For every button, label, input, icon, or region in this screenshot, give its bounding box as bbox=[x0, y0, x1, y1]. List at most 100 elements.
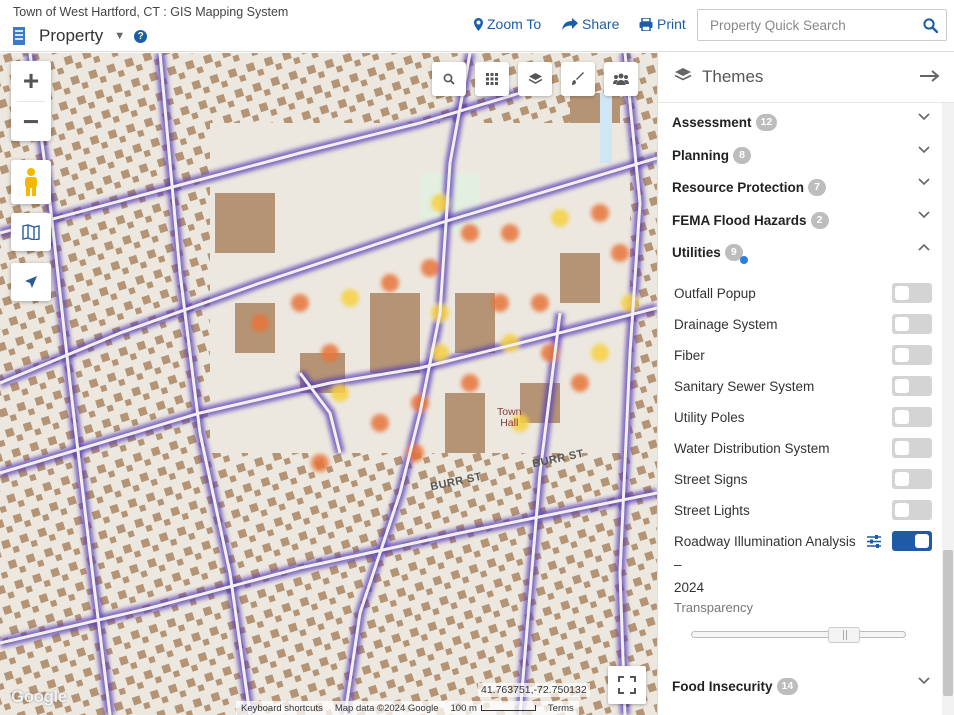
terms-link[interactable]: Terms bbox=[548, 703, 574, 714]
layer-toggle[interactable] bbox=[892, 531, 932, 551]
layer-toggle[interactable] bbox=[892, 500, 932, 520]
layer-toggle[interactable] bbox=[892, 469, 932, 489]
map-attribution: Keyboard shortcuts Map data ©2024 Google… bbox=[236, 701, 579, 715]
illumination-hotspot bbox=[461, 224, 479, 242]
basemap[interactable] bbox=[0, 53, 657, 715]
mode-selector[interactable]: Property ▼ ? bbox=[13, 24, 148, 48]
scale-line bbox=[480, 704, 536, 711]
illumination-hotspot bbox=[591, 204, 609, 222]
theme-group-resource-protection[interactable]: Resource Protection 7 bbox=[672, 175, 930, 199]
theme-group-fema-flood-hazards[interactable]: FEMA Flood Hazards 2 bbox=[672, 208, 930, 232]
layer-toggle[interactable] bbox=[892, 438, 932, 458]
search-button[interactable] bbox=[914, 10, 946, 40]
layer-toggle[interactable] bbox=[892, 283, 932, 303]
arrow-right-icon[interactable] bbox=[920, 69, 940, 83]
themes-header: Themes bbox=[658, 53, 954, 103]
chevron-down-icon bbox=[918, 178, 930, 186]
count-badge: 7 bbox=[808, 178, 827, 196]
layer-drainage-system: Drainage System bbox=[674, 313, 932, 336]
map-marker-icon bbox=[474, 17, 483, 31]
users-tool-button[interactable] bbox=[604, 62, 638, 96]
help-icon[interactable]: ? bbox=[134, 29, 148, 43]
illumination-hotspot bbox=[501, 224, 519, 242]
panel-scrollbar-thumb[interactable] bbox=[943, 550, 953, 696]
town-hall-label: Town Hall bbox=[497, 407, 522, 429]
illumination-hotspot bbox=[421, 259, 439, 277]
property-search-input[interactable] bbox=[698, 10, 914, 40]
layer-name: Street Lights bbox=[674, 503, 750, 518]
mode-label[interactable]: Property bbox=[39, 26, 103, 46]
layer-sanitary-sewer-system: Sanitary Sewer System bbox=[674, 375, 932, 398]
chevron-down-icon bbox=[918, 677, 930, 685]
group-name: Food Insecurity bbox=[672, 678, 773, 694]
themes-panel: Themes Assessment 12 Planning 8 Resource… bbox=[657, 53, 954, 715]
draw-tool-button[interactable] bbox=[561, 62, 595, 96]
layer-name: Outfall Popup bbox=[674, 286, 756, 301]
layers-icon bbox=[674, 68, 692, 81]
panel-scrollbar[interactable] bbox=[942, 103, 954, 715]
share-button[interactable]: Share bbox=[562, 16, 619, 32]
layer-outfall-popup: Outfall Popup bbox=[674, 282, 932, 305]
theme-group-assessment[interactable]: Assessment 12 bbox=[672, 110, 930, 134]
zoom-to-button[interactable]: Zoom To bbox=[474, 16, 541, 32]
layer-toggle[interactable] bbox=[892, 314, 932, 334]
zoom-to-label: Zoom To bbox=[487, 16, 542, 32]
map-icon bbox=[22, 224, 40, 240]
share-icon bbox=[562, 17, 578, 30]
chevron-down-icon bbox=[918, 113, 930, 121]
map-search-button[interactable] bbox=[432, 62, 466, 96]
street-view-pegman[interactable] bbox=[11, 160, 51, 204]
cursor-coordinates: 41.763751,-72.750132 bbox=[478, 683, 590, 697]
active-layers-indicator bbox=[740, 256, 748, 264]
count-badge: 14 bbox=[776, 677, 799, 695]
layers-tool-button[interactable] bbox=[518, 62, 552, 96]
zoom-out-button[interactable]: − bbox=[11, 102, 51, 142]
illumination-hotspot bbox=[621, 294, 639, 312]
layer-toggle[interactable] bbox=[892, 345, 932, 365]
layer-name: Sanitary Sewer System bbox=[674, 379, 815, 394]
theme-group-planning[interactable]: Planning 8 bbox=[672, 143, 930, 167]
toggle-knob bbox=[895, 317, 909, 331]
layer-name: Street Signs bbox=[674, 472, 748, 487]
illumination-hotspot bbox=[341, 289, 359, 307]
pegman-icon bbox=[25, 168, 37, 196]
sliders-settings-icon[interactable] bbox=[867, 535, 881, 548]
toggle-knob bbox=[915, 534, 929, 548]
print-button[interactable]: Print bbox=[639, 16, 686, 32]
transparency-slider-handle[interactable] bbox=[828, 627, 860, 643]
illumination-hotspot bbox=[251, 314, 269, 332]
fullscreen-button[interactable] bbox=[608, 666, 646, 704]
share-label: Share bbox=[582, 16, 620, 32]
count-badge: 8 bbox=[733, 146, 751, 164]
search-icon bbox=[922, 17, 938, 33]
keyboard-shortcuts-link[interactable]: Keyboard shortcuts bbox=[241, 703, 323, 714]
illumination-hotspot bbox=[311, 454, 329, 472]
group-name: Assessment bbox=[672, 114, 752, 130]
toggle-knob bbox=[895, 410, 909, 424]
town-hall-line2: Hall bbox=[500, 417, 519, 429]
search-icon bbox=[443, 73, 455, 85]
transparency-slider[interactable] bbox=[691, 627, 906, 643]
illumination-hotspot bbox=[321, 344, 339, 362]
toggle-knob bbox=[895, 379, 909, 393]
theme-group-utilities[interactable]: Utilities 9 bbox=[672, 240, 930, 264]
layer-street-lights: Street Lights bbox=[674, 499, 932, 522]
layer-name: Utility Poles bbox=[674, 410, 745, 425]
zoom-in-button[interactable]: + bbox=[11, 61, 51, 101]
scale-bar[interactable]: 100 m bbox=[451, 703, 536, 714]
location-arrow-icon bbox=[25, 276, 37, 288]
basemap-toggle-button[interactable] bbox=[11, 213, 51, 251]
layer-toggle[interactable] bbox=[892, 407, 932, 427]
caret-down-icon[interactable]: ▼ bbox=[114, 30, 125, 42]
property-search bbox=[697, 9, 947, 41]
grid-tool-button[interactable] bbox=[475, 62, 509, 96]
theme-group-food-insecurity[interactable]: Food Insecurity 14 bbox=[672, 674, 930, 698]
illumination-hotspot bbox=[571, 374, 589, 392]
layer-utility-poles: Utility Poles bbox=[674, 406, 932, 429]
illumination-hotspot bbox=[331, 384, 349, 402]
users-icon bbox=[613, 73, 629, 85]
illumination-hotspot bbox=[371, 414, 389, 432]
map-view[interactable]: + − Town Hall BURR ST BURR ST Google 41.… bbox=[0, 53, 657, 715]
locate-me-button[interactable] bbox=[11, 263, 51, 301]
layer-toggle[interactable] bbox=[892, 376, 932, 396]
